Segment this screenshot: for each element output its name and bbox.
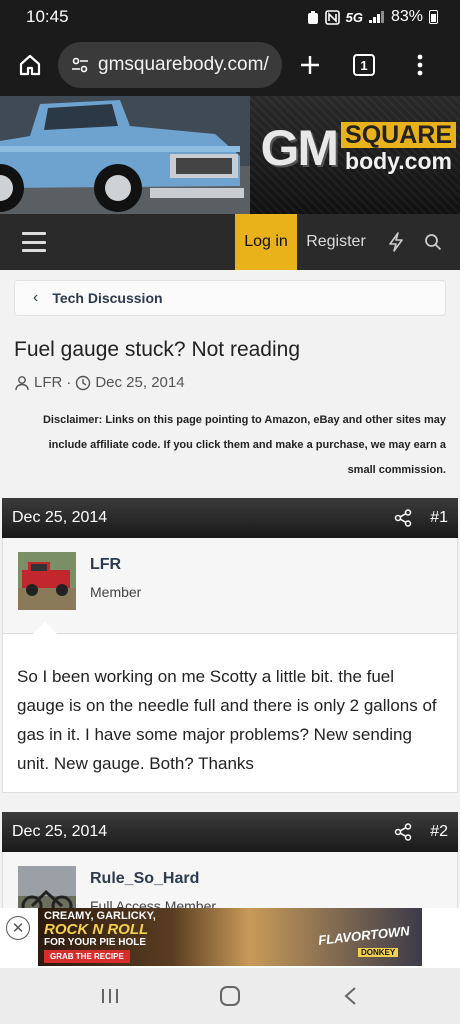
post-username[interactable]: LFR (90, 556, 121, 574)
post-number[interactable]: #2 (430, 823, 448, 841)
ad-creative[interactable]: CREAMY, GARLICKY, ROCK N ROLL FOR YOUR P… (38, 908, 422, 966)
whats-new-icon[interactable] (384, 230, 408, 254)
disclaimer-line: Disclaimer: Links on this page pointing … (42, 414, 446, 426)
ad-text: ROCK N ROLL (44, 921, 149, 938)
new-tab-button[interactable] (290, 45, 330, 85)
ad-brand-tag: DONKEY (358, 948, 399, 957)
home-button[interactable] (10, 45, 50, 85)
battery-icon (429, 10, 438, 24)
post-header: Dec 25, 2014 #1 (2, 498, 458, 538)
ad-banner[interactable]: ✕ CREAMY, GARLICKY, ROCK N ROLL FOR YOUR… (0, 908, 460, 968)
menu-icon[interactable] (22, 232, 46, 252)
back-button[interactable] (330, 976, 370, 1016)
page-title: Fuel gauge stuck? Not reading (14, 338, 301, 361)
logo-square: SQUARE (341, 122, 456, 148)
meta-separator: · (66, 374, 72, 391)
alarm-icon (307, 10, 318, 24)
tab-count: 1 (353, 54, 375, 76)
post-body: So I been working on me Scotty a little … (2, 622, 458, 793)
ad-text: FOR YOUR PIE HOLE (44, 937, 147, 948)
status-bar: 10:45 5G 83% (0, 0, 460, 34)
post-message: So I been working on me Scotty a little … (17, 667, 437, 773)
browser-toolbar: gmsquarebody.com/ 1 (0, 34, 460, 96)
site-logo[interactable]: GM SQUARE body.com (260, 122, 456, 174)
post-user-block: LFR Member (2, 538, 458, 633)
plus-icon (301, 56, 319, 74)
share-icon[interactable] (394, 509, 412, 527)
avatar[interactable] (18, 552, 76, 610)
logo-body: body.com (345, 148, 452, 174)
ad-brand: FLAVORTOWN (317, 923, 411, 948)
more-vert-icon (417, 54, 423, 76)
thread-meta: LFR · Dec 25, 2014 (14, 374, 185, 391)
thread-author[interactable]: LFR (34, 374, 62, 391)
chevron-left-icon: ‹ (33, 289, 39, 306)
user-icon (15, 375, 29, 390)
tab-switcher-button[interactable]: 1 (344, 45, 384, 85)
truck-image (0, 96, 250, 214)
signal-icon (368, 11, 385, 23)
recents-icon (102, 989, 118, 1003)
home-icon (19, 54, 41, 76)
site-nav: Log in Register (0, 214, 460, 270)
nfc-icon (324, 9, 340, 25)
affiliate-disclaimer: Disclaimer: Links on this page pointing … (28, 408, 446, 483)
logo-gm: GM (260, 120, 339, 176)
post-header: Dec 25, 2014 #2 (2, 812, 458, 852)
post-date[interactable]: Dec 25, 2014 (12, 823, 394, 841)
site-settings-icon[interactable] (70, 55, 90, 75)
system-navigation-bar (0, 968, 460, 1024)
home-circle-icon (220, 986, 240, 1006)
post-user-title: Member (90, 584, 142, 600)
url-text: gmsquarebody.com/ (98, 54, 269, 75)
home-nav-button[interactable] (210, 976, 250, 1016)
post-number[interactable]: #1 (430, 509, 448, 527)
status-time: 10:45 (26, 7, 69, 26)
site-banner[interactable]: GM SQUARE body.com (0, 96, 460, 214)
thread-date[interactable]: Dec 25, 2014 (95, 374, 184, 391)
clock-icon (76, 375, 91, 390)
post-user-block: Rule_So_Hard Full Access Member (2, 852, 458, 910)
back-icon (344, 987, 356, 1005)
status-icons: 5G 83% (307, 8, 438, 26)
ad-cta-button[interactable]: GRAB THE RECIPE (44, 950, 130, 963)
login-button[interactable]: Log in (235, 214, 297, 270)
breadcrumb[interactable]: ‹ Tech Discussion (14, 280, 446, 316)
battery-level: 83% (390, 8, 423, 25)
avatar[interactable] (18, 866, 76, 910)
close-icon: ✕ (11, 920, 25, 937)
browser-menu-button[interactable] (400, 45, 440, 85)
close-ad-button[interactable]: ✕ (6, 916, 30, 940)
recent-apps-button[interactable] (90, 976, 130, 1016)
share-icon[interactable] (394, 823, 412, 841)
address-bar[interactable]: gmsquarebody.com/ (58, 42, 282, 88)
post-username[interactable]: Rule_So_Hard (90, 870, 199, 888)
network-type: 5G (345, 9, 363, 25)
thread-content: ‹ Tech Discussion Fuel gauge stuck? Not … (0, 270, 460, 910)
search-icon[interactable] (421, 230, 445, 254)
disclaimer-line: small commission. (347, 464, 446, 476)
register-button[interactable]: Register (300, 214, 372, 270)
breadcrumb-label: Tech Discussion (52, 290, 163, 306)
post-date[interactable]: Dec 25, 2014 (12, 509, 394, 527)
disclaimer-line: include affiliate code. If you click the… (48, 439, 446, 451)
